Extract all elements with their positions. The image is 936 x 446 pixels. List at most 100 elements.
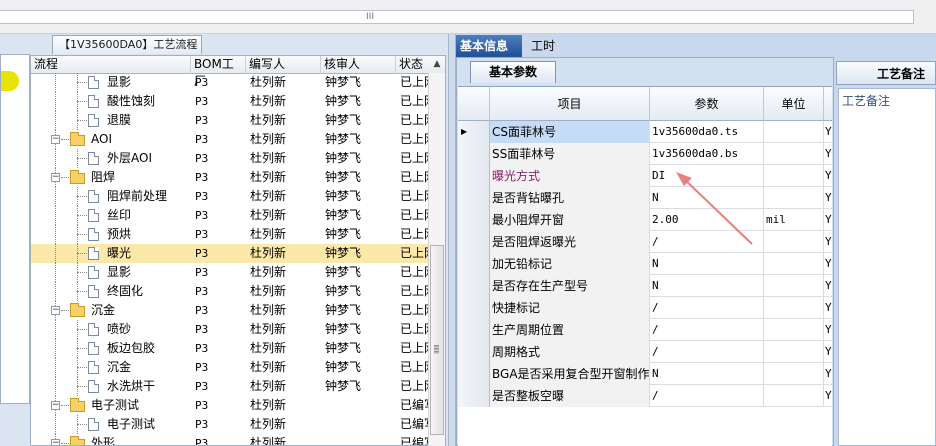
tree-scroll-thumb[interactable] <box>430 245 444 435</box>
param-unit-cell[interactable] <box>764 121 824 143</box>
tree-row[interactable]: − 电子测试 P3 杜列新 已编写 <box>31 396 432 415</box>
row-header[interactable] <box>458 275 490 297</box>
param-unit-cell[interactable] <box>764 363 824 385</box>
row-header[interactable] <box>458 319 490 341</box>
param-value-cell[interactable]: / <box>650 385 764 407</box>
tree-row[interactable]: 酸性蚀刻 P3 杜列新 钟梦飞 已上网 <box>31 92 432 111</box>
tree-row[interactable]: 预烘 P3 杜列新 钟梦飞 已上网 <box>31 225 432 244</box>
params-row[interactable]: 快捷标记 / Y <box>458 297 832 319</box>
param-value-cell[interactable]: 1v35600da0.bs <box>650 143 764 165</box>
params-row[interactable]: 加无铅标记 N Y <box>458 253 832 275</box>
param-value-cell[interactable]: N <box>650 363 764 385</box>
param-unit-cell[interactable]: mil <box>764 209 824 231</box>
tree-row[interactable]: 终固化 P3 杜列新 钟梦飞 已上网 <box>31 282 432 301</box>
tree-row[interactable]: − 阻焊 P3 杜列新 钟梦飞 已上网 <box>31 168 432 187</box>
param-value-cell[interactable]: N <box>650 187 764 209</box>
row-header[interactable] <box>458 187 490 209</box>
param-unit-cell[interactable] <box>764 319 824 341</box>
panel-splitter[interactable] <box>448 34 456 446</box>
tree-row[interactable]: 外层AOI P3 杜列新 钟梦飞 已上网 <box>31 149 432 168</box>
param-unit-cell[interactable] <box>764 143 824 165</box>
row-header[interactable] <box>458 231 490 253</box>
tree-row[interactable]: 水洗烘干 P3 杜列新 钟梦飞 已上网 <box>31 377 432 396</box>
expand-toggle-icon[interactable]: − <box>51 401 60 410</box>
col-header-reviewer[interactable]: 核审人 <box>321 56 396 74</box>
tree-guide-line <box>77 424 87 425</box>
col-header-item[interactable]: 项目 <box>490 87 650 121</box>
tree-row[interactable]: 显影 P3 杜列新 钟梦飞 已上网 <box>31 73 432 92</box>
param-value-cell[interactable]: / <box>650 297 764 319</box>
param-value-cell[interactable]: / <box>650 231 764 253</box>
expand-toggle-icon[interactable]: − <box>51 135 60 144</box>
param-value-cell[interactable]: / <box>650 341 764 363</box>
row-header[interactable] <box>458 165 490 187</box>
params-row[interactable]: SS面菲林号 1v35600da0.bs Y <box>458 143 832 165</box>
tree-row[interactable]: 喷砂 P3 杜列新 钟梦飞 已上网 <box>31 320 432 339</box>
param-unit-cell[interactable] <box>764 385 824 407</box>
param-unit-cell[interactable] <box>764 231 824 253</box>
param-value-cell[interactable]: N <box>650 253 764 275</box>
tree-row[interactable]: − 沉金 P3 杜列新 钟梦飞 已上网 <box>31 301 432 320</box>
row-header[interactable] <box>458 297 490 319</box>
tree-row[interactable]: 显影 P3 杜列新 钟梦飞 已上网 <box>31 263 432 282</box>
param-unit-cell[interactable] <box>764 165 824 187</box>
param-unit-cell[interactable] <box>764 341 824 363</box>
tree-row[interactable]: 板边包胶 P3 杜列新 钟梦飞 已上网 <box>31 339 432 358</box>
params-row[interactable]: 最小阻焊开窗 2.00 mil Y <box>458 209 832 231</box>
notes-body <box>838 88 936 446</box>
tree-row[interactable]: − AOI P3 杜列新 钟梦飞 已上网 <box>31 130 432 149</box>
params-row[interactable]: 是否背钻曝孔 N Y <box>458 187 832 209</box>
row-header[interactable] <box>458 385 490 407</box>
tree-row[interactable]: − 外形 P3 杜列新 已编写 <box>31 434 432 445</box>
params-row[interactable]: ▶ CS面菲林号 1v35600da0.ts Y <box>458 121 832 143</box>
process-flow-tab[interactable]: 【1V35600DA0】工艺流程 <box>52 35 202 54</box>
row-header[interactable] <box>458 363 490 385</box>
col-header-unit[interactable]: 单位 <box>764 87 824 121</box>
writer-cell: 杜列新 <box>250 303 287 317</box>
status-cell: 已上网 <box>400 303 432 317</box>
tree-row[interactable]: 阻焊前处理 P3 杜列新 钟梦飞 已上网 <box>31 187 432 206</box>
col-header-value[interactable]: 参数 <box>650 87 764 121</box>
param-unit-cell[interactable] <box>764 297 824 319</box>
param-unit-cell[interactable] <box>764 275 824 297</box>
tab-work-hours[interactable]: 工时 <box>527 35 567 57</box>
tree-row[interactable]: 丝印 P3 杜列新 钟梦飞 已上网 <box>31 206 432 225</box>
bom-factory-cell: P3 <box>195 171 209 184</box>
params-row[interactable]: 是否整板空曝 / Y <box>458 385 832 407</box>
horizontal-scrollbar[interactable] <box>0 10 914 24</box>
expand-toggle-icon[interactable]: − <box>51 306 60 315</box>
params-row[interactable]: BGA是否采用复合型开窗制作 N Y <box>458 363 832 385</box>
file-icon <box>88 247 99 260</box>
scroll-grip-icon[interactable]: III <box>364 12 376 22</box>
tab-basic-params[interactable]: 基本参数 <box>470 61 556 83</box>
expand-toggle-icon[interactable]: − <box>51 173 60 182</box>
param-value-cell[interactable]: / <box>650 319 764 341</box>
param-value-cell[interactable]: 2.00 <box>650 209 764 231</box>
param-unit-cell[interactable] <box>764 187 824 209</box>
col-header-writer[interactable]: 编写人 <box>246 56 321 74</box>
tab-basic-info[interactable]: 基本信息 <box>456 35 522 57</box>
params-row[interactable]: 周期格式 / Y <box>458 341 832 363</box>
param-value-cell[interactable]: DI <box>650 165 764 187</box>
params-row[interactable]: 是否阻焊返曝光 / Y <box>458 231 832 253</box>
param-value-cell[interactable]: N <box>650 275 764 297</box>
col-header-flow[interactable]: 流程 <box>31 56 191 74</box>
tree-row[interactable]: 曝光 P3 杜列新 钟梦飞 已上网 <box>31 244 432 263</box>
tree-row[interactable]: 电子测试 P3 杜列新 已编写 <box>31 415 432 434</box>
row-header[interactable] <box>458 209 490 231</box>
expand-toggle-icon[interactable]: − <box>51 439 60 445</box>
col-header-bom[interactable]: BOM工厂 <box>191 56 246 88</box>
params-row[interactable]: 生产周期位置 / Y <box>458 319 832 341</box>
param-unit-cell[interactable] <box>764 253 824 275</box>
param-value-cell[interactable]: 1v35600da0.ts <box>650 121 764 143</box>
tree-row[interactable]: 退膜 P3 杜列新 钟梦飞 已上网 <box>31 111 432 130</box>
params-row[interactable]: 是否存在生产型号 N Y <box>458 275 832 297</box>
scroll-up-icon[interactable]: ▲ <box>430 57 444 71</box>
row-header[interactable] <box>458 341 490 363</box>
tree-row[interactable]: 沉金 P3 杜列新 钟梦飞 已上网 <box>31 358 432 377</box>
tab-process-notes[interactable]: 工艺备注 <box>836 61 936 85</box>
params-row[interactable]: 曝光方式 DI Y <box>458 165 832 187</box>
row-header[interactable] <box>458 143 490 165</box>
row-header[interactable] <box>458 253 490 275</box>
current-row-indicator-icon[interactable]: ▶ <box>458 121 490 143</box>
